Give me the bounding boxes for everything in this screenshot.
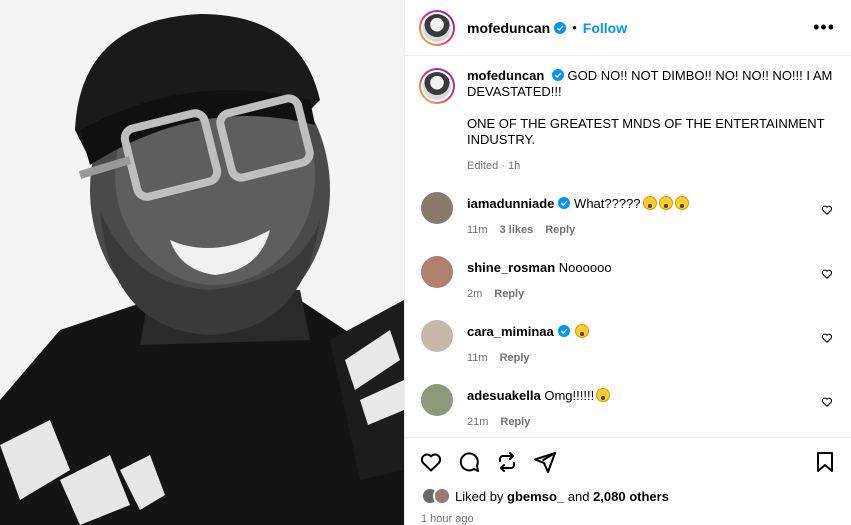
action-bar xyxy=(405,437,851,485)
reply-button[interactable]: Reply xyxy=(545,224,575,236)
save-bookmark-icon[interactable] xyxy=(813,450,837,474)
commenter-avatar[interactable] xyxy=(421,192,453,224)
comment-age: 11m xyxy=(467,352,488,364)
comment-text: Omg!!!!!! xyxy=(544,388,595,403)
commenter-avatar[interactable] xyxy=(421,384,453,416)
commenter-username[interactable]: iamadunniade xyxy=(467,196,554,211)
author-avatar[interactable] xyxy=(419,9,455,46)
reply-button[interactable]: Reply xyxy=(494,288,524,300)
share-send-icon[interactable] xyxy=(533,450,557,474)
portrait-photo xyxy=(0,0,404,525)
post-modal: mofeduncan • Follow ••• mofeduncan GOD N… xyxy=(0,0,851,525)
comment-age: 21m xyxy=(467,416,489,428)
comment-like-heart-icon[interactable] xyxy=(821,268,833,280)
comment-like-heart-icon[interactable] xyxy=(821,332,833,344)
comment-like-heart-icon[interactable] xyxy=(821,396,833,408)
verified-badge-icon xyxy=(554,21,567,34)
liked-by-prefix: Liked by xyxy=(455,488,504,504)
author-username[interactable]: mofeduncan xyxy=(467,20,550,36)
astonished-emoji-icon xyxy=(674,196,689,210)
post-timestamp[interactable]: 1 hour ago xyxy=(405,507,851,525)
liker-avatar xyxy=(433,487,451,505)
astonished-emoji-icon xyxy=(658,196,673,210)
comment-list: iamadunniade What????? 11m 3 likes Reply shi… xyxy=(419,192,835,430)
likes-and: and xyxy=(567,488,590,504)
post-header: mofeduncan • Follow ••• xyxy=(405,0,851,56)
post-sidebar: mofeduncan • Follow ••• mofeduncan GOD N… xyxy=(404,0,851,525)
comment-item: adesuakella Omg!!!!!! 21m Reply xyxy=(419,384,835,430)
comments-scroll[interactable]: mofeduncan GOD NO!! NOT DIMBO!! NO! NO!!… xyxy=(405,56,851,437)
like-heart-icon[interactable] xyxy=(419,450,443,474)
meta-dot: · xyxy=(501,160,505,172)
comment-likes[interactable]: 3 likes xyxy=(500,224,534,236)
reply-button[interactable]: Reply xyxy=(500,352,530,364)
comment-age: 11m xyxy=(467,224,488,236)
commenter-avatar[interactable] xyxy=(421,256,453,288)
likes-summary[interactable]: Liked by gbemso_ and 2,080 others xyxy=(405,485,851,507)
commenter-username[interactable]: adesuakella xyxy=(467,388,541,403)
caption-age: 1h xyxy=(508,160,521,172)
comment-item: shine_rosman Noooooo 2m Reply xyxy=(419,256,835,302)
verified-badge-icon xyxy=(558,197,571,209)
more-options-icon[interactable]: ••• xyxy=(813,17,835,38)
repost-icon[interactable] xyxy=(495,450,519,474)
follow-button[interactable]: Follow xyxy=(583,20,627,36)
astonished-emoji-icon xyxy=(642,196,657,210)
verified-badge-icon xyxy=(551,69,564,81)
caption-username[interactable]: mofeduncan xyxy=(467,68,544,83)
astonished-emoji-icon xyxy=(575,324,590,338)
likes-others-count[interactable]: 2,080 others xyxy=(593,489,669,504)
comment-text: What????? xyxy=(574,196,641,211)
commenter-username[interactable]: shine_rosman xyxy=(467,260,555,275)
commenter-username[interactable]: cara_miminaa xyxy=(467,324,554,339)
comment-item: cara_miminaa 11m Reply xyxy=(419,320,835,366)
astonished-emoji-icon xyxy=(596,388,611,402)
comment-age: 2m xyxy=(467,288,483,300)
edited-label: Edited xyxy=(467,160,499,172)
header-separator: • xyxy=(572,20,577,35)
comment-like-heart-icon[interactable] xyxy=(821,204,833,216)
verified-badge-icon xyxy=(557,325,570,337)
post-caption: mofeduncan GOD NO!! NOT DIMBO!! NO! NO!!… xyxy=(419,68,835,174)
comment-item: iamadunniade What????? 11m 3 likes Reply xyxy=(419,192,835,238)
liker-username[interactable]: gbemso_ xyxy=(507,489,564,504)
comment-text: Noooooo xyxy=(558,260,612,275)
reply-button[interactable]: Reply xyxy=(500,416,530,428)
post-image[interactable] xyxy=(0,0,404,525)
comment-bubble-icon[interactable] xyxy=(457,450,481,474)
caption-avatar[interactable] xyxy=(419,68,455,104)
commenter-avatar[interactable] xyxy=(421,320,453,352)
